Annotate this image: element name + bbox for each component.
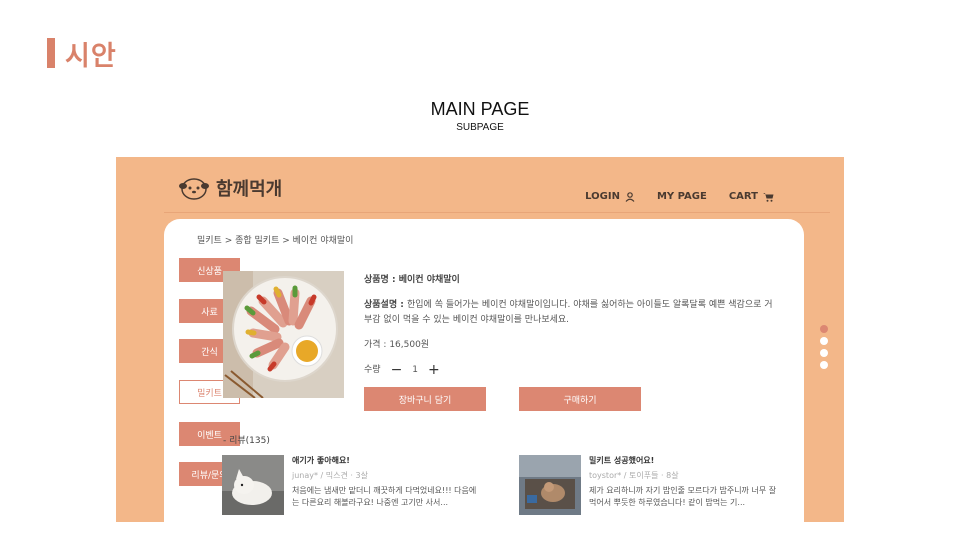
review-card[interactable]: 밀키트 성공했어요! toystor* / 토이푸들 · 8살 제가 요리하니까… bbox=[519, 455, 776, 515]
product-desc-key: 상품설명 : bbox=[364, 300, 407, 310]
review-card[interactable]: 애기가 좋아해요! junay* / 믹스견 · 3살 처음에는 냄새만 맡더니… bbox=[222, 455, 477, 515]
page-main-title: MAIN PAGE bbox=[430, 99, 530, 119]
review-section-title: - 리뷰(135) bbox=[223, 436, 270, 446]
product-desc-value: 한입에 쏙 들어가는 베이컨 야채말이입니다. 야채를 싫어하는 아이들도 알록… bbox=[364, 300, 773, 325]
nav-mypage-label: MY PAGE bbox=[656, 191, 707, 202]
nav-login[interactable]: LOGIN bbox=[585, 191, 635, 202]
carousel-dot[interactable] bbox=[820, 349, 828, 357]
quantity-stepper: 수량 − 1 + bbox=[364, 363, 774, 378]
qty-plus-button[interactable]: + bbox=[428, 363, 440, 378]
product-price: 가격 : 16,500원 bbox=[364, 340, 430, 350]
product-info: 상품명 : 베이컨 야채말이 상품설명 : 한입에 쏙 들어가는 베이컨 야채말… bbox=[364, 273, 774, 388]
nav-mypage[interactable]: MY PAGE bbox=[657, 191, 707, 202]
slide-header: 시안 bbox=[47, 36, 117, 72]
page-mockup: 함께먹개 LOGIN MY PAGE CART 밀키트 > 종합 밀키트 > 베… bbox=[116, 157, 844, 522]
product-image bbox=[223, 271, 344, 398]
carousel-dot[interactable] bbox=[820, 325, 828, 333]
review-body: 밀키트 성공했어요! toystor* / 토이푸들 · 8살 제가 요리하니까… bbox=[589, 455, 779, 509]
review-meta: toystor* / 토이푸들 · 8살 bbox=[589, 471, 679, 480]
logo-text: 함께먹개 bbox=[216, 179, 283, 200]
product-name-key: 상품명 : bbox=[364, 275, 399, 285]
slide-title: 시안 bbox=[65, 40, 117, 72]
product-desc-row: 상품설명 : 한입에 쏙 들어가는 베이컨 야채말이입니다. 야채를 싫어하는 … bbox=[364, 298, 774, 328]
user-icon bbox=[625, 191, 635, 202]
qty-value: 1 bbox=[412, 365, 419, 375]
review-text: 제가 요리하니까 자기 밥인줄 모르다가 밥주니까 너무 잘먹어서 뿌듯한 하루… bbox=[589, 486, 777, 507]
top-nav: LOGIN MY PAGE CART bbox=[563, 191, 774, 202]
title-accent-bar bbox=[47, 38, 55, 68]
add-to-cart-button[interactable]: 장바구니 담기 bbox=[364, 387, 486, 411]
product-name-value: 베이컨 야채말이 bbox=[398, 275, 460, 285]
site-logo[interactable]: 함께먹개 bbox=[178, 175, 282, 201]
nav-cart[interactable]: CART bbox=[729, 191, 774, 202]
review-text: 처음에는 냄새만 맡더니 깨끗하게 다먹었네요!!! 다음에는 다른요리 해볼라… bbox=[292, 486, 477, 507]
review-body: 애기가 좋아해요! junay* / 믹스견 · 3살 처음에는 냄새만 맡더니… bbox=[292, 455, 482, 509]
carousel-dots bbox=[820, 325, 828, 373]
cart-icon bbox=[763, 192, 774, 202]
carousel-dot[interactable] bbox=[820, 361, 828, 369]
review-headline: 애기가 좋아해요! bbox=[292, 456, 350, 465]
qty-minus-button[interactable]: − bbox=[391, 363, 403, 378]
page-sub-title: SUBPAGE bbox=[456, 122, 504, 133]
review-meta: junay* / 믹스견 · 3살 bbox=[292, 471, 368, 480]
nav-login-label: LOGIN bbox=[585, 191, 620, 202]
nav-cart-label: CART bbox=[728, 191, 758, 202]
breadcrumb: 밀키트 > 종합 밀키트 > 베이컨 야채말이 bbox=[197, 236, 354, 246]
review-thumbnail bbox=[222, 455, 284, 515]
buy-now-button[interactable]: 구매하기 bbox=[519, 387, 641, 411]
dog-face-icon bbox=[179, 178, 209, 200]
carousel-dot[interactable] bbox=[820, 337, 828, 345]
qty-label: 수량 bbox=[364, 365, 381, 375]
product-name-row: 상품명 : 베이컨 야채말이 bbox=[364, 273, 774, 288]
content-panel: 밀키트 > 종합 밀키트 > 베이컨 야채말이 신상품 사료 간식 밀키트 이벤… bbox=[164, 219, 804, 522]
header-divider bbox=[164, 212, 830, 213]
review-headline: 밀키트 성공했어요! bbox=[589, 456, 655, 465]
review-thumbnail bbox=[519, 455, 581, 515]
